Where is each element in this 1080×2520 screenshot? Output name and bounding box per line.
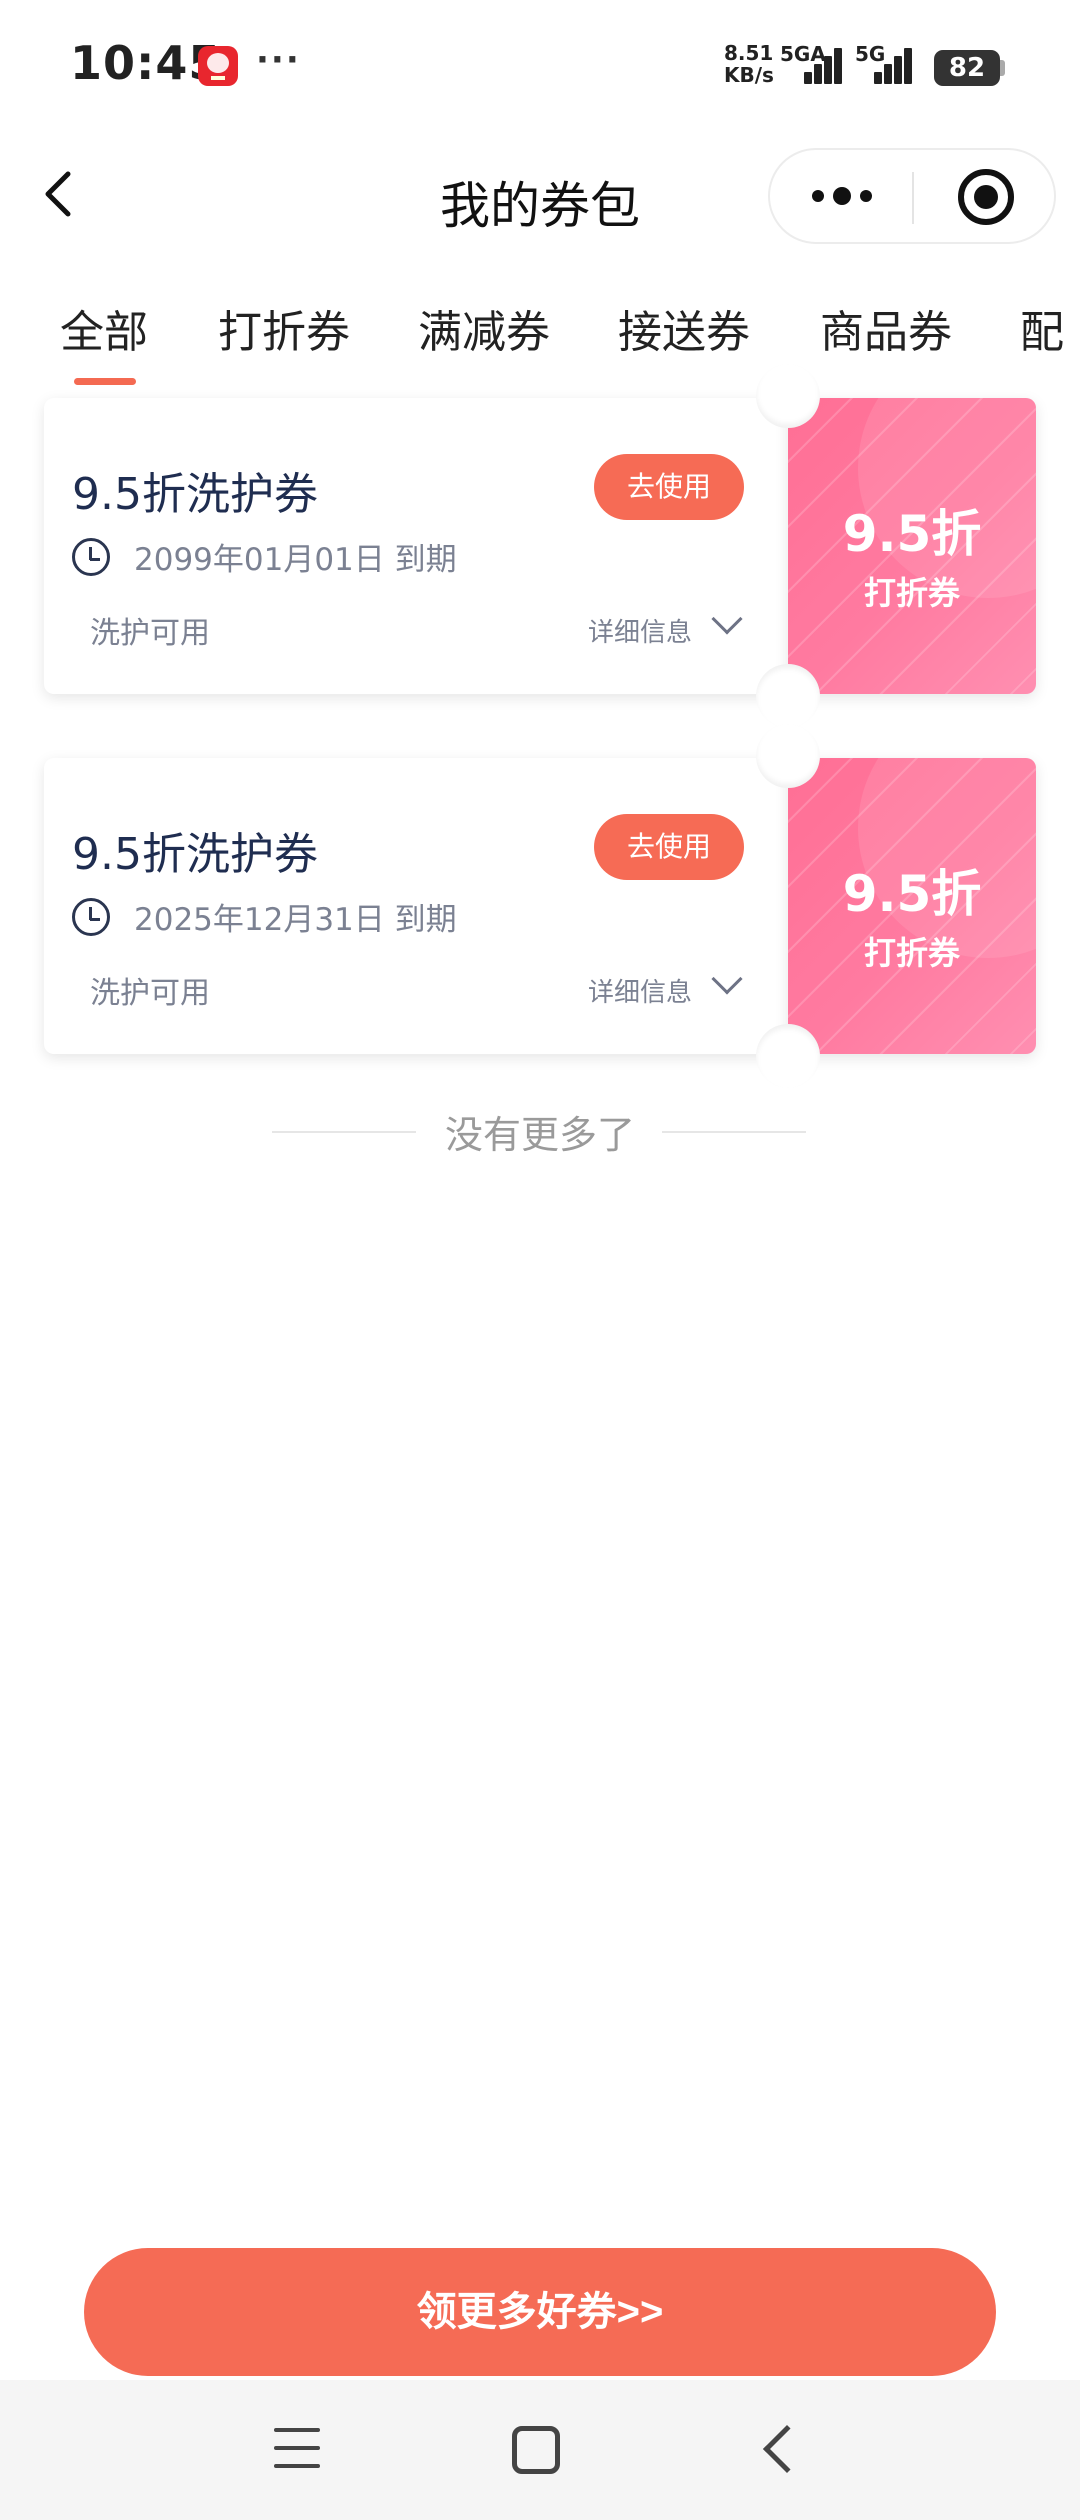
coupon-type-label: 打折券 <box>863 934 960 972</box>
battery-tip <box>1000 60 1005 76</box>
coupon-notch <box>756 664 820 728</box>
tab-all[interactable]: 全部 <box>60 296 148 360</box>
chevron-down-icon[interactable] <box>711 963 743 995</box>
tab-partial[interactable]: 配 <box>1020 296 1064 360</box>
clock-icon <box>72 898 110 936</box>
active-tab-indicator <box>74 378 136 385</box>
screen: 10:45 ··· 8.51 KB/s 5GA 5G 82 我的券包 全部 打折… <box>0 0 1080 2520</box>
tab-goods[interactable]: 商品券 <box>820 296 952 360</box>
network-speed: 8.51 KB/s <box>724 42 774 86</box>
coupon-detail-toggle[interactable]: 详细信息 <box>588 612 692 649</box>
divider-line <box>662 1131 806 1133</box>
coupon-body: 9.5折洗护券 去使用 2025年12月31日 到期 洗护可用 详细信息 <box>44 758 788 1054</box>
home-icon[interactable] <box>512 2426 560 2474</box>
coupon-type-label: 打折券 <box>863 574 960 612</box>
tab-full-reduction[interactable]: 满减券 <box>418 296 550 360</box>
coupon-expiry: 2099年01月01日 到期 <box>134 542 457 578</box>
coupon-body: 9.5折洗护券 去使用 2099年01月01日 到期 洗护可用 详细信息 <box>44 398 788 694</box>
more-notifications-icon: ··· <box>256 40 301 80</box>
coupon-title: 9.5折洗护券 <box>72 469 318 520</box>
no-more-text: 没有更多了 <box>444 1113 635 1157</box>
coupon-card: 9.5折洗护券 去使用 2099年01月01日 到期 洗护可用 详细信息 9.5… <box>44 364 1036 728</box>
capsule-divider <box>912 172 914 224</box>
system-navigation-bar <box>0 2380 1080 2520</box>
use-coupon-button[interactable]: 去使用 <box>594 814 744 880</box>
app-notification-icon <box>198 46 238 86</box>
coupon-type-tabs: 全部 打折券 满减券 接送券 商品券 配 <box>0 290 1080 390</box>
signal-strength-icon <box>870 46 918 84</box>
coupon-card: 9.5折洗护券 去使用 2025年12月31日 到期 洗护可用 详细信息 9.5… <box>44 724 1036 1088</box>
clock-icon <box>72 538 110 576</box>
coupon-side-panel: 9.5折 打折券 <box>788 398 1036 694</box>
coupon-detail-toggle[interactable]: 详细信息 <box>588 972 692 1009</box>
target-circle-icon[interactable] <box>958 169 1014 225</box>
coupon-notch <box>756 364 820 428</box>
battery-icon: 82 <box>934 50 1000 86</box>
coupon-expiry: 2025年12月31日 到期 <box>134 902 457 938</box>
status-bar: 10:45 ··· 8.51 KB/s 5GA 5G 82 <box>0 0 1080 130</box>
tab-pickup[interactable]: 接送券 <box>618 296 750 360</box>
get-more-coupons-button[interactable]: 领更多好券>> <box>84 2248 996 2376</box>
nav-bar: 我的券包 <box>0 130 1080 260</box>
signal-strength-icon <box>800 46 848 84</box>
back-icon[interactable] <box>762 2424 812 2474</box>
miniprogram-capsule <box>768 148 1056 244</box>
coupon-discount-value: 9.5折 <box>842 505 982 563</box>
more-dots-icon[interactable] <box>806 176 878 216</box>
coupon-notch <box>756 724 820 788</box>
coupon-discount-value: 9.5折 <box>842 865 982 923</box>
network-speed-unit: KB/s <box>724 63 774 87</box>
use-coupon-button[interactable]: 去使用 <box>594 454 744 520</box>
coupon-title: 9.5折洗护券 <box>72 829 318 880</box>
coupon-notch <box>756 1024 820 1088</box>
coupon-scope: 洗护可用 <box>90 616 210 651</box>
coupon-side-panel: 9.5折 打折券 <box>788 758 1036 1054</box>
chevron-down-icon[interactable] <box>711 603 743 635</box>
network-speed-value: 8.51 <box>724 41 774 65</box>
menu-icon[interactable] <box>274 2428 320 2468</box>
coupon-scope: 洗护可用 <box>90 976 210 1011</box>
tab-discount[interactable]: 打折券 <box>218 296 350 360</box>
